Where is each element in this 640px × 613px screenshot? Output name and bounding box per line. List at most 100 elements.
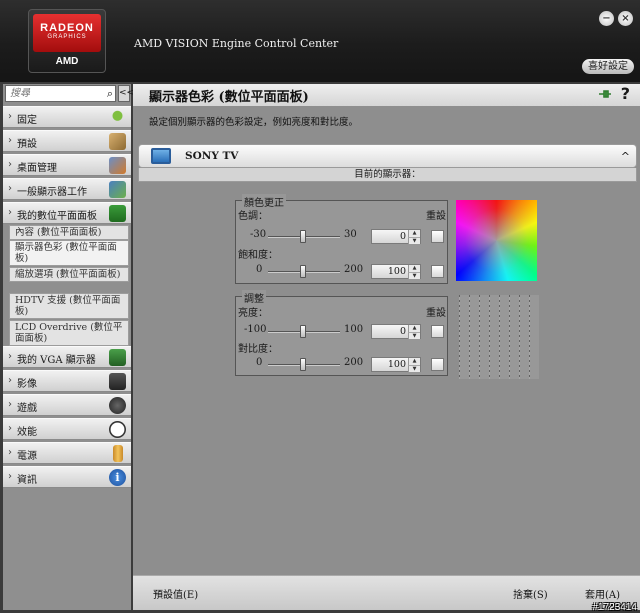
sidebar: ⌕ << › 固定 › 預設 › 桌面管理 › 一般顯示器工作 › 我的數位平面…: [3, 84, 134, 610]
brightness-reset-button[interactable]: [431, 325, 444, 338]
subitem-display-color[interactable]: 顯示器色彩 (數位平面面板): [9, 240, 129, 266]
contrast-slider[interactable]: [268, 358, 340, 371]
apply-button[interactable]: 套用(A): [585, 586, 620, 601]
spin-up-icon[interactable]: ▲: [408, 265, 420, 272]
hue-slider[interactable]: [268, 230, 340, 243]
contrast-reset-button[interactable]: [431, 358, 444, 371]
saturation-max: 200: [344, 264, 364, 275]
saturation-label: 飽和度：: [238, 250, 278, 261]
sidebar-item-pinned[interactable]: › 固定: [3, 106, 131, 128]
sidebar-item-vga-display[interactable]: › 我的 VGA 顯示器: [3, 346, 131, 368]
adjustment-group: 調整 亮度： 重設 -100 100 0 ▲ ▼ 對比度： 0 200 100 …: [235, 290, 448, 376]
expand-arrow-icon: ›: [8, 159, 12, 170]
group-title: 調整: [242, 290, 266, 305]
collapse-sidebar-button[interactable]: <<: [118, 85, 134, 102]
saturation-slider[interactable]: [268, 265, 340, 278]
watermark: #1723414: [592, 602, 638, 613]
contrast-label: 對比度：: [238, 344, 278, 355]
power-icon: [113, 445, 123, 462]
saturation-reset-button[interactable]: [431, 265, 444, 278]
close-button[interactable]: ×: [618, 11, 633, 26]
sidebar-item-label: 效能: [17, 427, 37, 438]
hue-slider-thumb[interactable]: [300, 230, 306, 243]
sidebar-item-label: 固定: [17, 115, 37, 126]
expand-arrow-icon: ›: [8, 183, 12, 194]
spin-down-icon[interactable]: ▼: [408, 365, 420, 372]
brightness-spinbox[interactable]: 0 ▲ ▼: [371, 324, 421, 339]
saturation-spinbox[interactable]: 100 ▲ ▼: [371, 264, 421, 279]
page-description: 設定個別顯示器的色彩設定，例如亮度和對比度。: [149, 117, 359, 128]
vga-icon: [109, 349, 126, 366]
hue-value: 0: [399, 231, 406, 242]
saturation-slider-thumb[interactable]: [300, 265, 306, 278]
display-tasks-icon: [109, 181, 126, 198]
defaults-button[interactable]: 預設值(E): [153, 586, 198, 601]
contrast-min: 0: [256, 357, 263, 368]
sidebar-item-label: 遊戲: [17, 403, 37, 414]
expand-arrow-icon: ›: [8, 375, 12, 386]
sidebar-item-label: 我的數位平面面板: [17, 211, 97, 222]
video-icon: [109, 373, 126, 390]
spin-down-icon[interactable]: ▼: [408, 332, 420, 339]
reset-label: 重設: [426, 211, 446, 222]
minimize-button[interactable]: −: [599, 11, 614, 26]
brightness-slider-thumb[interactable]: [300, 325, 306, 338]
spin-up-icon[interactable]: ▲: [408, 325, 420, 332]
subitem-scaling-options[interactable]: 縮放選項 (數位平面面板): [9, 267, 129, 282]
contrast-slider-thumb[interactable]: [300, 358, 306, 371]
display-selector[interactable]: SONY TV ^: [138, 144, 637, 168]
subitem-hdtv-support[interactable]: HDTV 支援 (數位平面面板): [9, 293, 129, 319]
hue-spinbox[interactable]: 0 ▲ ▼: [371, 229, 421, 244]
sidebar-item-digital-flat-panel[interactable]: › 我的數位平面面板: [3, 202, 131, 224]
subitem-lcd-overdrive[interactable]: LCD Overdrive (數位平面面板): [9, 320, 129, 346]
expand-arrow-icon: ›: [8, 207, 12, 218]
sidebar-item-information[interactable]: › 資訊 i: [3, 466, 131, 488]
sidebar-item-common-display-tasks[interactable]: › 一般顯示器工作: [3, 178, 131, 200]
brightness-slider[interactable]: [268, 325, 340, 338]
saturation-min: 0: [256, 264, 263, 275]
help-icon[interactable]: ?: [621, 84, 630, 103]
sidebar-item-video[interactable]: › 影像: [3, 370, 131, 392]
brightness-label: 亮度：: [238, 308, 268, 319]
brightness-min: -100: [244, 324, 267, 335]
sidebar-item-label: 影像: [17, 379, 37, 390]
saturation-value: 100: [387, 266, 406, 277]
sidebar-item-performance[interactable]: › 效能: [3, 418, 131, 440]
spin-up-icon[interactable]: ▲: [408, 230, 420, 237]
plug-icon[interactable]: [598, 88, 612, 100]
sidebar-item-power[interactable]: › 電源: [3, 442, 131, 464]
sidebar-item-gaming[interactable]: › 遊戲: [3, 394, 131, 416]
discard-button[interactable]: 捨棄(S): [513, 586, 548, 601]
sidebar-item-presets[interactable]: › 預設: [3, 130, 131, 152]
expand-arrow-icon: ›: [8, 399, 12, 410]
brightness-value: 0: [399, 326, 406, 337]
sidebar-item-label: 資訊: [17, 475, 37, 486]
main-panel: 顯示器色彩 (數位平面面板) ? 設定個別顯示器的色彩設定，例如亮度和對比度。 …: [133, 84, 640, 610]
desktop-icon: [109, 157, 126, 174]
search-box[interactable]: ⌕: [5, 85, 116, 102]
expand-arrow-icon: ›: [8, 351, 12, 362]
pin-icon: [109, 109, 126, 126]
app-title: AMD VISION Engine Control Center: [134, 37, 339, 50]
spin-down-icon[interactable]: ▼: [408, 237, 420, 244]
color-wheel-preview: [456, 200, 537, 281]
chevron-up-icon[interactable]: ^: [621, 150, 630, 163]
sidebar-item-desktop-management[interactable]: › 桌面管理: [3, 154, 131, 176]
contrast-spinbox[interactable]: 100 ▲ ▼: [371, 357, 421, 372]
spin-up-icon[interactable]: ▲: [408, 358, 420, 365]
logo-subtitle: GRAPHICS: [47, 34, 87, 40]
search-icon[interactable]: ⌕: [107, 87, 113, 101]
logo-brand: RADEON: [40, 22, 94, 34]
logo-maker: AMD: [55, 56, 79, 67]
monitor-icon: [151, 148, 171, 164]
brightness-max: 100: [344, 324, 364, 335]
search-input[interactable]: [6, 86, 94, 101]
spin-down-icon[interactable]: ▼: [408, 272, 420, 279]
subitem-properties[interactable]: 內容 (數位平面面板): [9, 225, 129, 240]
expand-arrow-icon: ›: [8, 423, 12, 434]
hue-reset-button[interactable]: [431, 230, 444, 243]
expand-arrow-icon: ›: [8, 135, 12, 146]
preferences-button[interactable]: 喜好設定: [582, 59, 634, 74]
flat-panel-icon: [109, 205, 126, 222]
hue-max: 30: [344, 229, 357, 240]
